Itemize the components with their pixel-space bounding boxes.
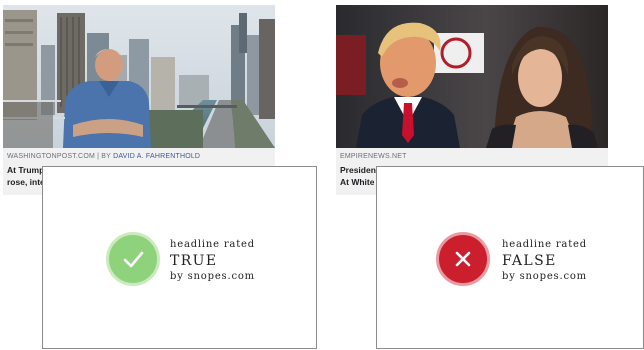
- headline-line-1[interactable]: At Trump: [7, 165, 44, 175]
- news-source-line[interactable]: WASHINGTONPOST.COM | BY DAVID A. FAHRENT…: [7, 153, 200, 160]
- rating-box-true: headline rated TRUE by snopes.com: [42, 166, 317, 349]
- headline-line-1[interactable]: Presiden: [340, 165, 376, 175]
- headline-line-2[interactable]: At White: [340, 177, 374, 187]
- news-photo-city-man: [3, 5, 275, 148]
- rating-label: headline rated TRUE by snopes.com: [170, 239, 255, 282]
- source-separator: | BY: [95, 153, 114, 160]
- rating-label: headline rated FALSE by snopes.com: [502, 239, 587, 282]
- x-icon: [436, 232, 490, 286]
- rating-verdict: TRUE: [170, 253, 218, 269]
- rating-suffix: by snopes.com: [502, 271, 587, 282]
- rating-suffix: by snopes.com: [170, 271, 255, 282]
- source-author[interactable]: DAVID A. FAHRENTHOLD: [113, 153, 200, 160]
- news-source-line[interactable]: EMPIRENEWS.NET: [340, 153, 407, 160]
- news-photo-couple: [336, 5, 608, 148]
- rating-verdict: FALSE: [502, 253, 557, 269]
- rating-box-false: headline rated FALSE by snopes.com: [376, 166, 644, 349]
- source-domain: EMPIRENEWS.NET: [340, 153, 407, 160]
- check-icon: [106, 232, 160, 286]
- screenshot-canvas: WASHINGTONPOST.COM | BY DAVID A. FAHRENT…: [0, 0, 644, 350]
- rating-prefix: headline rated: [170, 239, 255, 250]
- rating-prefix: headline rated: [502, 239, 587, 250]
- headline-line-2[interactable]: rose, inte: [7, 177, 45, 187]
- source-domain: WASHINGTONPOST.COM: [7, 153, 95, 160]
